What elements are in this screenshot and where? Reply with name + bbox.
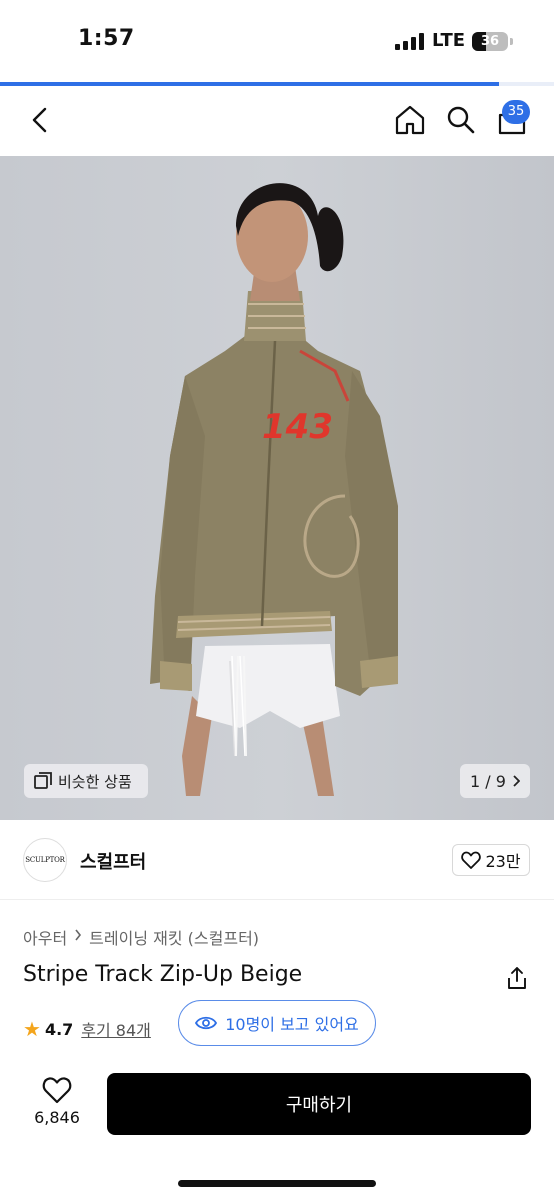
viewers-count-chip: 10명이 보고 있어요 xyxy=(178,1000,376,1046)
product-photo: 143 xyxy=(0,156,554,820)
chevron-right-icon xyxy=(513,775,520,787)
image-pager-text: 1 / 9 xyxy=(470,771,506,791)
brand-row[interactable]: SCULPTOR 스컬프터 23만 xyxy=(0,820,554,900)
battery-level: 36 xyxy=(480,34,500,49)
eye-icon xyxy=(195,1016,218,1030)
status-bar: 1:57 LTE 36 xyxy=(0,0,554,82)
status-time: 1:57 xyxy=(78,26,135,51)
image-pager[interactable]: 1 / 9 xyxy=(460,764,530,798)
product-image-gallery[interactable]: 143 xyxy=(0,156,554,820)
chevron-right-icon xyxy=(75,929,82,941)
brand-logo[interactable]: SCULPTOR xyxy=(23,838,67,882)
brand-logo-text: SCULPTOR xyxy=(25,856,65,864)
cart-count-badge: 35 xyxy=(502,100,530,124)
breadcrumb-item[interactable]: 트레이닝 재킷 (스컬프터) xyxy=(89,925,259,949)
battery-icon: 36 xyxy=(472,32,508,51)
search-icon[interactable] xyxy=(446,105,476,135)
home-indicator xyxy=(178,1180,376,1187)
breadcrumb-item[interactable]: 아우터 xyxy=(23,925,67,949)
product-rating: ★ 4.7 후기 84개 xyxy=(23,1017,151,1041)
similar-products-label: 비슷한 상품 xyxy=(58,772,132,791)
battery-cap xyxy=(510,38,513,45)
heart-icon xyxy=(461,851,482,869)
brand-like-count: 23만 xyxy=(485,852,521,871)
jacket-number: 143 xyxy=(262,407,333,447)
favorite-count: 6,846 xyxy=(34,1108,80,1127)
similar-products-button[interactable]: 비슷한 상품 xyxy=(24,764,148,798)
heart-icon[interactable] xyxy=(42,1076,72,1104)
breadcrumb: 아우터 트레이닝 재킷 (스컬프터) xyxy=(23,925,259,949)
product-title: Stripe Track Zip-Up Beige xyxy=(23,962,303,987)
viewers-count-text: 10명이 보고 있어요 xyxy=(225,1015,359,1034)
brand-name[interactable]: 스컬프터 xyxy=(80,848,146,874)
brand-like-button[interactable]: 23만 xyxy=(452,844,530,876)
back-icon[interactable] xyxy=(28,106,52,134)
network-type: LTE xyxy=(432,30,466,51)
home-icon[interactable] xyxy=(394,104,426,136)
share-icon[interactable] xyxy=(506,966,528,990)
review-count-link[interactable]: 후기 84개 xyxy=(81,1017,151,1041)
rating-score: 4.7 xyxy=(44,1019,74,1039)
buy-button[interactable]: 구매하기 xyxy=(107,1073,531,1135)
star-icon: ★ xyxy=(23,1017,41,1041)
similar-icon xyxy=(34,772,52,789)
signal-icon xyxy=(395,33,425,50)
